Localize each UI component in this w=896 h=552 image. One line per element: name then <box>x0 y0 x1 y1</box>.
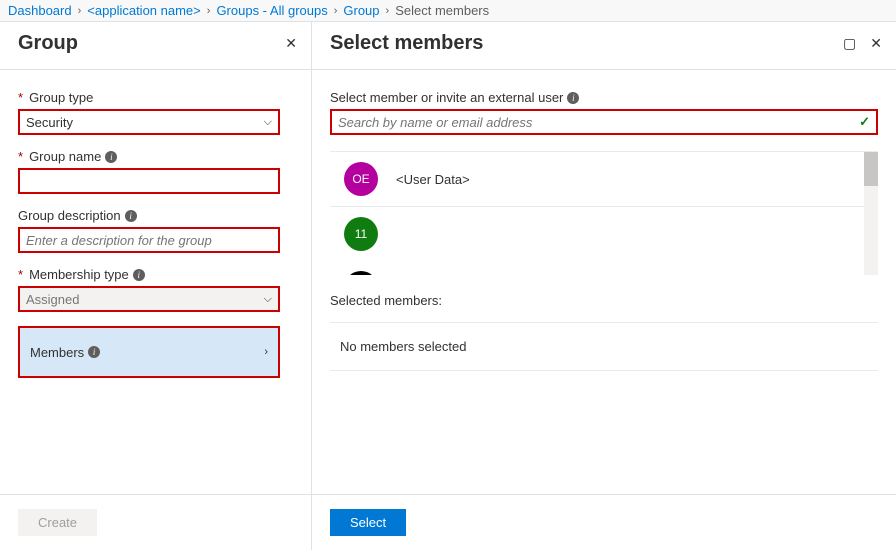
membership-type-label: Membership type <box>29 267 129 282</box>
member-list: OE <User Data> 11 <box>330 151 878 275</box>
group-blade-title: Group <box>18 32 78 55</box>
member-search-wrap: ✓ <box>330 109 878 135</box>
close-icon[interactable]: ✕ <box>285 35 297 52</box>
membership-type-select[interactable]: Assigned ⌵ <box>18 286 280 312</box>
close-icon[interactable]: ✕ <box>870 35 882 52</box>
required-asterisk: * <box>18 267 23 282</box>
scrollbar[interactable] <box>864 152 878 275</box>
group-type-label: Group type <box>29 90 93 105</box>
required-asterisk: * <box>18 90 23 105</box>
avatar <box>344 271 378 275</box>
chevron-down-icon: ⌵ <box>264 293 272 306</box>
chevron-right-icon: › <box>207 5 211 17</box>
search-label: Select member or invite an external user <box>330 90 563 105</box>
info-icon: i <box>88 346 100 358</box>
create-button[interactable]: Create <box>18 509 97 536</box>
member-search-input[interactable] <box>338 115 859 130</box>
group-name-label: Group name <box>29 149 101 164</box>
breadcrumb-dashboard[interactable]: Dashboard <box>8 3 72 18</box>
members-selector[interactable]: Members i › <box>18 326 280 378</box>
group-name-input[interactable] <box>26 174 272 189</box>
members-label: Members <box>30 345 84 360</box>
breadcrumb: Dashboard › <application name> › Groups … <box>0 0 896 22</box>
group-description-input[interactable] <box>26 233 272 248</box>
info-icon[interactable]: i <box>133 269 145 281</box>
selected-members-heading: Selected members: <box>330 293 878 308</box>
group-type-select[interactable]: Security ⌵ <box>18 109 280 135</box>
chevron-right-icon: › <box>264 346 268 358</box>
selected-members-empty: No members selected <box>330 322 878 371</box>
member-row[interactable]: 11 <box>330 207 878 261</box>
info-icon[interactable]: i <box>567 92 579 104</box>
required-asterisk: * <box>18 149 23 164</box>
avatar: 11 <box>344 217 378 251</box>
breadcrumb-current: Select members <box>395 3 489 18</box>
info-icon[interactable]: i <box>105 151 117 163</box>
breadcrumb-app[interactable]: <application name> <box>87 3 200 18</box>
maximize-icon[interactable]: ▢ <box>843 35 856 52</box>
group-description-label: Group description <box>18 208 121 223</box>
chevron-right-icon: › <box>78 5 82 17</box>
group-name-input-wrap <box>18 168 280 194</box>
scrollbar-thumb[interactable] <box>864 152 878 186</box>
group-description-input-wrap <box>18 227 280 253</box>
chevron-down-icon: ⌵ <box>264 116 272 129</box>
check-icon: ✓ <box>859 114 870 130</box>
chevron-right-icon: › <box>334 5 338 17</box>
select-members-blade: Select members ▢ ✕ Select member or invi… <box>312 22 896 550</box>
select-members-title: Select members <box>330 32 483 55</box>
breadcrumb-groups[interactable]: Groups - All groups <box>216 3 327 18</box>
group-blade: Group ✕ * Group type Security ⌵ * Group … <box>0 22 312 550</box>
info-icon[interactable]: i <box>125 210 137 222</box>
chevron-right-icon: › <box>386 5 390 17</box>
select-button[interactable]: Select <box>330 509 406 536</box>
member-name: <User Data> <box>396 172 470 187</box>
avatar: OE <box>344 162 378 196</box>
breadcrumb-group[interactable]: Group <box>343 3 379 18</box>
member-row[interactable]: OE <User Data> <box>330 152 878 207</box>
